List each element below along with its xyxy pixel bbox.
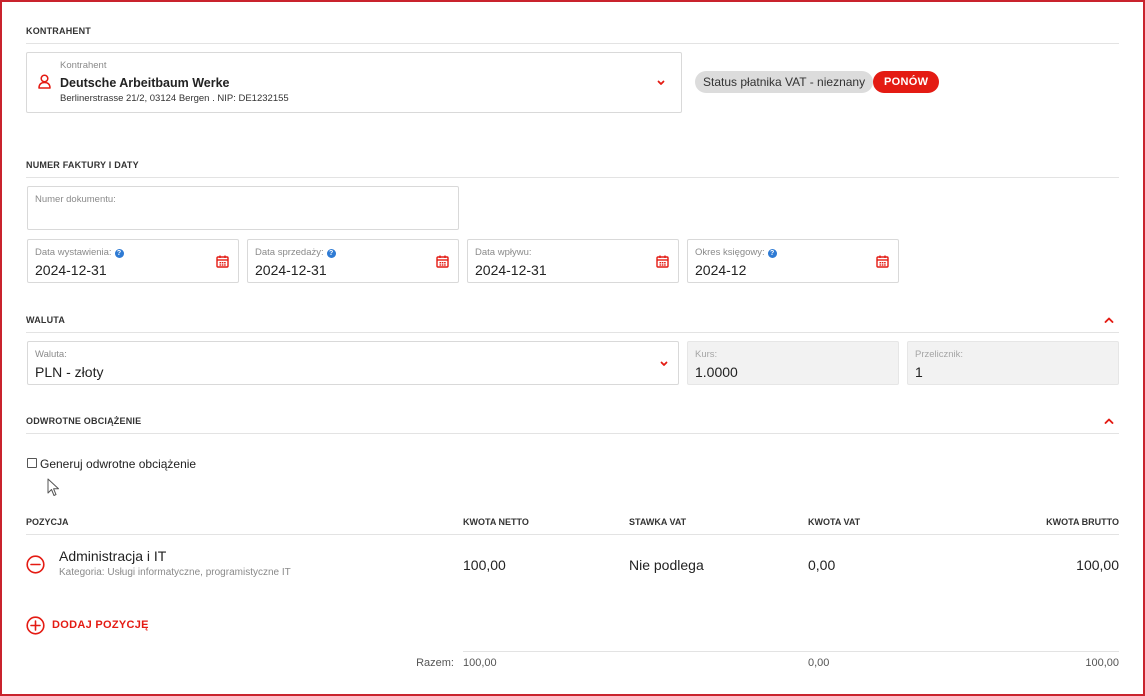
converter-value: 1 [915, 364, 923, 380]
header-vat-amount: KWOTA VAT [808, 517, 861, 527]
mouse-cursor-icon [47, 478, 59, 496]
accounting-period-label-wrap: Okres księgowy:? [695, 247, 777, 258]
header-net-amount: KWOTA NETTO [463, 517, 529, 527]
sale-date-label: Data sprzedaży: [255, 247, 324, 258]
add-item-label: DODAJ POZYCJĘ [52, 619, 149, 631]
calendar-icon[interactable] [216, 255, 229, 268]
chevron-down-icon [657, 80, 665, 85]
sale-date-label-wrap: Data sprzedaży:? [255, 247, 336, 258]
header-gross-amount: KWOTA BRUTTO [1046, 517, 1119, 527]
section-title-contractor: KONTRAHENT [26, 26, 91, 36]
header-vat-rate: STAWKA VAT [629, 517, 687, 527]
totals-gross: 100,00 [1085, 657, 1119, 669]
exchange-rate-label: Kurs: [695, 349, 718, 360]
converter-field: Przelicznik: 1 [907, 341, 1119, 385]
item-gross-amount: 100,00 [1076, 557, 1119, 573]
remove-item-icon[interactable] [26, 555, 45, 574]
add-item-button[interactable]: DODAJ POZYCJĘ [26, 616, 166, 636]
contractor-name: Deutsche Arbeitbaum Werke [60, 76, 230, 90]
currency-select[interactable]: Waluta: PLN - złoty [27, 341, 679, 385]
totals-net: 100,00 [463, 657, 497, 669]
receipt-date-value: 2024-12-31 [475, 262, 547, 278]
chevron-up-icon[interactable] [1103, 314, 1115, 326]
chevron-down-icon [660, 361, 668, 366]
sale-date-value: 2024-12-31 [255, 262, 327, 278]
table-header-divider [26, 534, 1119, 535]
exchange-rate-value: 1.0000 [695, 364, 738, 380]
contractor-select[interactable]: Kontrahent Deutsche Arbeitbaum Werke Ber… [26, 52, 682, 113]
vat-status-badge: Status płatnika VAT - nieznany [695, 71, 874, 93]
help-icon[interactable]: ? [326, 249, 336, 258]
totals-vat: 0,00 [808, 657, 830, 669]
reverse-charge-label[interactable]: Generuj odwrotne obciążenie [40, 457, 196, 471]
help-icon[interactable]: ? [114, 249, 124, 258]
contractor-address: Berlinerstrasse 21/2, 03124 Bergen . NIP… [60, 93, 289, 104]
person-icon [38, 74, 51, 89]
section-divider [26, 43, 1119, 44]
accounting-period-field[interactable]: Okres księgowy:? 2024-12 [687, 239, 899, 283]
item-vat-rate: Nie podlega [629, 557, 704, 573]
item-name: Administracja i IT [59, 548, 167, 564]
contractor-label: Kontrahent [60, 60, 107, 71]
item-category: Kategoria: Usługi informatyczne, program… [59, 567, 291, 578]
issue-date-label-wrap: Data wystawienia:? [35, 247, 124, 258]
receipt-date-label: Data wpływu: [475, 247, 532, 258]
plus-circle-icon [26, 616, 45, 635]
item-vat-amount: 0,00 [808, 557, 836, 573]
currency-label: Waluta: [35, 349, 67, 360]
section-title-reverse-charge: ODWROTNE OBCIĄŻENIE [26, 416, 142, 426]
document-number-field[interactable]: Numer dokumentu: [27, 186, 459, 230]
section-title-invoice: NUMER FAKTURY I DATY [26, 160, 139, 170]
totals-divider [463, 651, 1119, 652]
section-title-currency: WALUTA [26, 315, 66, 325]
section-divider [26, 177, 1119, 178]
exchange-rate-field: Kurs: 1.0000 [687, 341, 899, 385]
sale-date-field[interactable]: Data sprzedaży:? 2024-12-31 [247, 239, 459, 283]
calendar-icon[interactable] [876, 255, 889, 268]
calendar-icon[interactable] [656, 255, 669, 268]
calendar-icon[interactable] [436, 255, 449, 268]
document-number-label: Numer dokumentu: [35, 194, 116, 205]
retry-button[interactable]: PONÓW [873, 71, 940, 93]
section-divider [26, 332, 1119, 333]
issue-date-value: 2024-12-31 [35, 262, 107, 278]
issue-date-label: Data wystawienia: [35, 247, 112, 258]
accounting-period-label: Okres księgowy: [695, 247, 765, 258]
section-divider [26, 433, 1119, 434]
currency-value: PLN - złoty [35, 364, 104, 380]
converter-label: Przelicznik: [915, 349, 964, 360]
help-icon[interactable]: ? [767, 249, 777, 258]
reverse-charge-checkbox[interactable] [27, 458, 37, 468]
item-net-amount: 100,00 [463, 557, 506, 573]
header-position: POZYCJA [26, 517, 69, 527]
receipt-date-field[interactable]: Data wpływu: 2024-12-31 [467, 239, 679, 283]
chevron-up-icon[interactable] [1103, 415, 1115, 427]
issue-date-field[interactable]: Data wystawienia:? 2024-12-31 [27, 239, 239, 283]
accounting-period-value: 2024-12 [695, 262, 747, 278]
totals-label: Razem: [416, 657, 454, 669]
